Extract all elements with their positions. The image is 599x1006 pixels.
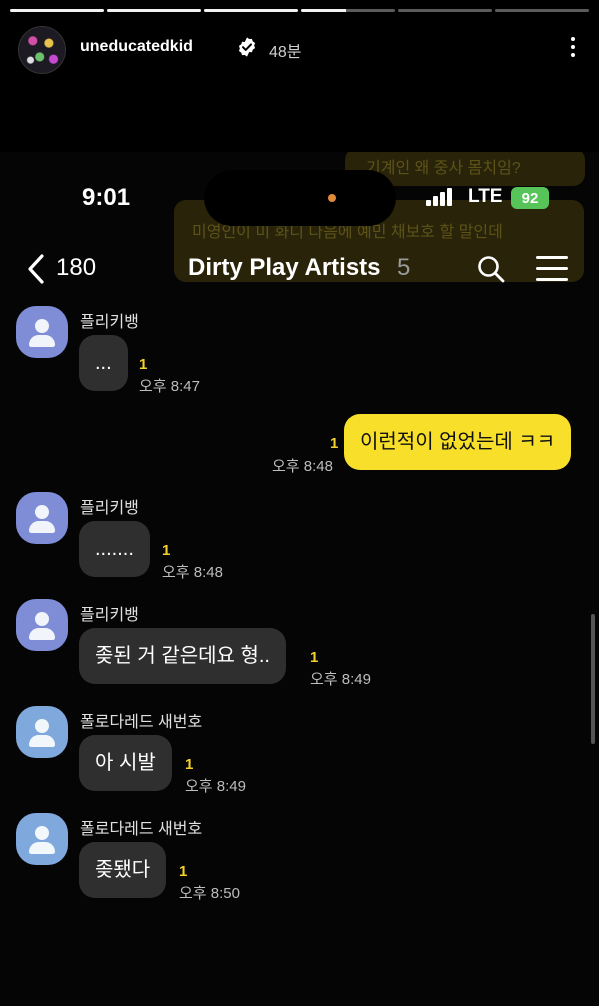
sender-avatar[interactable] xyxy=(16,492,68,544)
sender-avatar[interactable] xyxy=(16,599,68,651)
message-time: 오후 8:47 xyxy=(139,378,200,395)
story-progress-segment xyxy=(10,9,104,12)
story-progress-segment xyxy=(301,9,395,12)
story-username[interactable]: uneducatedkid xyxy=(80,38,193,56)
my-message-bubble[interactable]: 이런적이 없었는데 ㅋㅋ xyxy=(344,414,572,470)
unread-count: 1 xyxy=(139,356,148,373)
battery-level: 92 xyxy=(521,189,539,207)
signal-icon xyxy=(426,188,454,206)
message-time: 오후 8:48 xyxy=(272,458,333,475)
search-icon[interactable] xyxy=(476,254,506,284)
story-time: 48분 xyxy=(269,44,302,61)
unread-count: 1 xyxy=(185,756,194,773)
message-bubble[interactable]: ....... xyxy=(79,521,150,577)
message-time: 오후 8:49 xyxy=(310,671,371,688)
status-time: 9:01 xyxy=(82,184,131,211)
message-bubble[interactable]: 좆됐다 xyxy=(79,842,167,898)
sender-name: 플리키뱅 xyxy=(80,314,139,331)
story-header: uneducatedkid 48분 xyxy=(16,24,583,74)
story-progress xyxy=(10,9,589,12)
chat-member-count: 5 xyxy=(397,254,411,281)
sender-avatar[interactable] xyxy=(16,706,68,758)
instagram-story-view: uneducatedkid 48분 기계인 왜 중사 몸치임? 미영인이 미 화… xyxy=(0,0,599,1006)
battery-icon: 92 xyxy=(511,187,549,209)
message-bubble[interactable]: 아 시발 xyxy=(79,735,172,791)
story-progress-segment xyxy=(495,9,589,12)
message-time: 오후 8:50 xyxy=(179,885,240,902)
chat-screenshot: 기계인 왜 중사 몸치임? 미영인이 미 화디 다음에 예민 채보호 할 말인데… xyxy=(0,152,599,1006)
network-type: LTE xyxy=(468,186,503,207)
unread-count: 1 xyxy=(179,863,188,880)
verified-badge-icon xyxy=(238,37,256,57)
more-options-icon[interactable] xyxy=(563,34,583,62)
message-bubble[interactable]: ... xyxy=(79,335,128,391)
back-chevron-icon[interactable] xyxy=(22,252,52,286)
phone-status-bar: 9:01 LTE 92 xyxy=(0,152,599,232)
message-bubble[interactable]: 좆된 거 같은데요 형.. xyxy=(79,628,286,684)
back-unread-count[interactable]: 180 xyxy=(56,254,96,282)
sender-name: 폴로다레드 새번호 xyxy=(80,821,203,838)
scrollbar[interactable] xyxy=(591,614,595,744)
unread-count: 1 xyxy=(310,649,319,666)
message-time: 오후 8:48 xyxy=(162,564,223,581)
story-progress-segment xyxy=(398,9,492,12)
sender-name: 플리키뱅 xyxy=(80,500,139,517)
story-progress-segment xyxy=(107,9,201,12)
chat-header: 180 Dirty Play Artists 5 xyxy=(0,242,599,296)
unread-count: 1 xyxy=(162,542,171,559)
sender-name: 플리키뱅 xyxy=(80,607,139,624)
menu-icon[interactable] xyxy=(536,256,568,282)
message-time: 오후 8:49 xyxy=(185,778,246,795)
sender-avatar[interactable] xyxy=(16,813,68,865)
chat-room-title: Dirty Play Artists xyxy=(188,254,381,281)
unread-count: 1 xyxy=(330,435,339,452)
story-progress-segment xyxy=(204,9,298,12)
sender-avatar[interactable] xyxy=(16,306,68,358)
dynamic-island xyxy=(204,170,396,226)
profile-avatar[interactable] xyxy=(18,26,66,74)
sender-name: 폴로다레드 새번호 xyxy=(80,714,203,731)
